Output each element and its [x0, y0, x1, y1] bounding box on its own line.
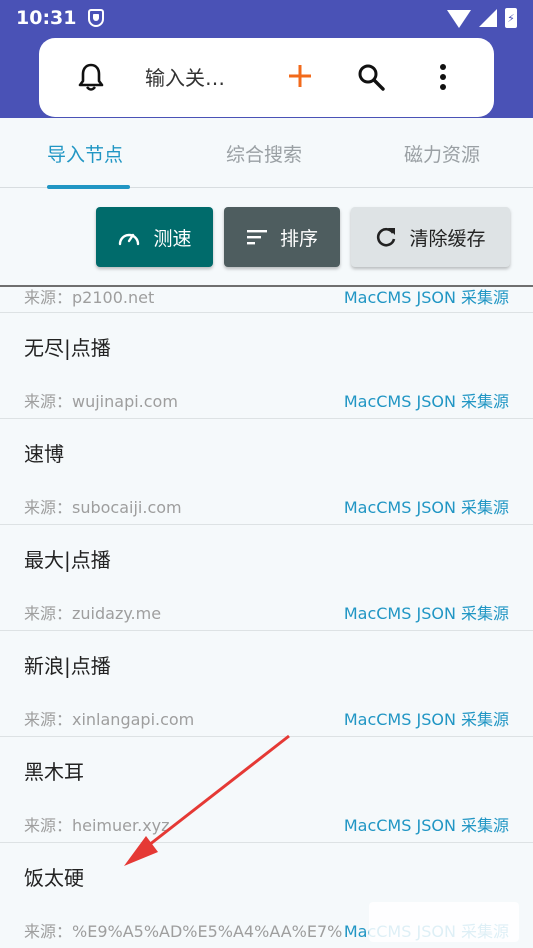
annotation-arrow-icon: [124, 734, 290, 866]
watermark-logo: [369, 902, 519, 942]
